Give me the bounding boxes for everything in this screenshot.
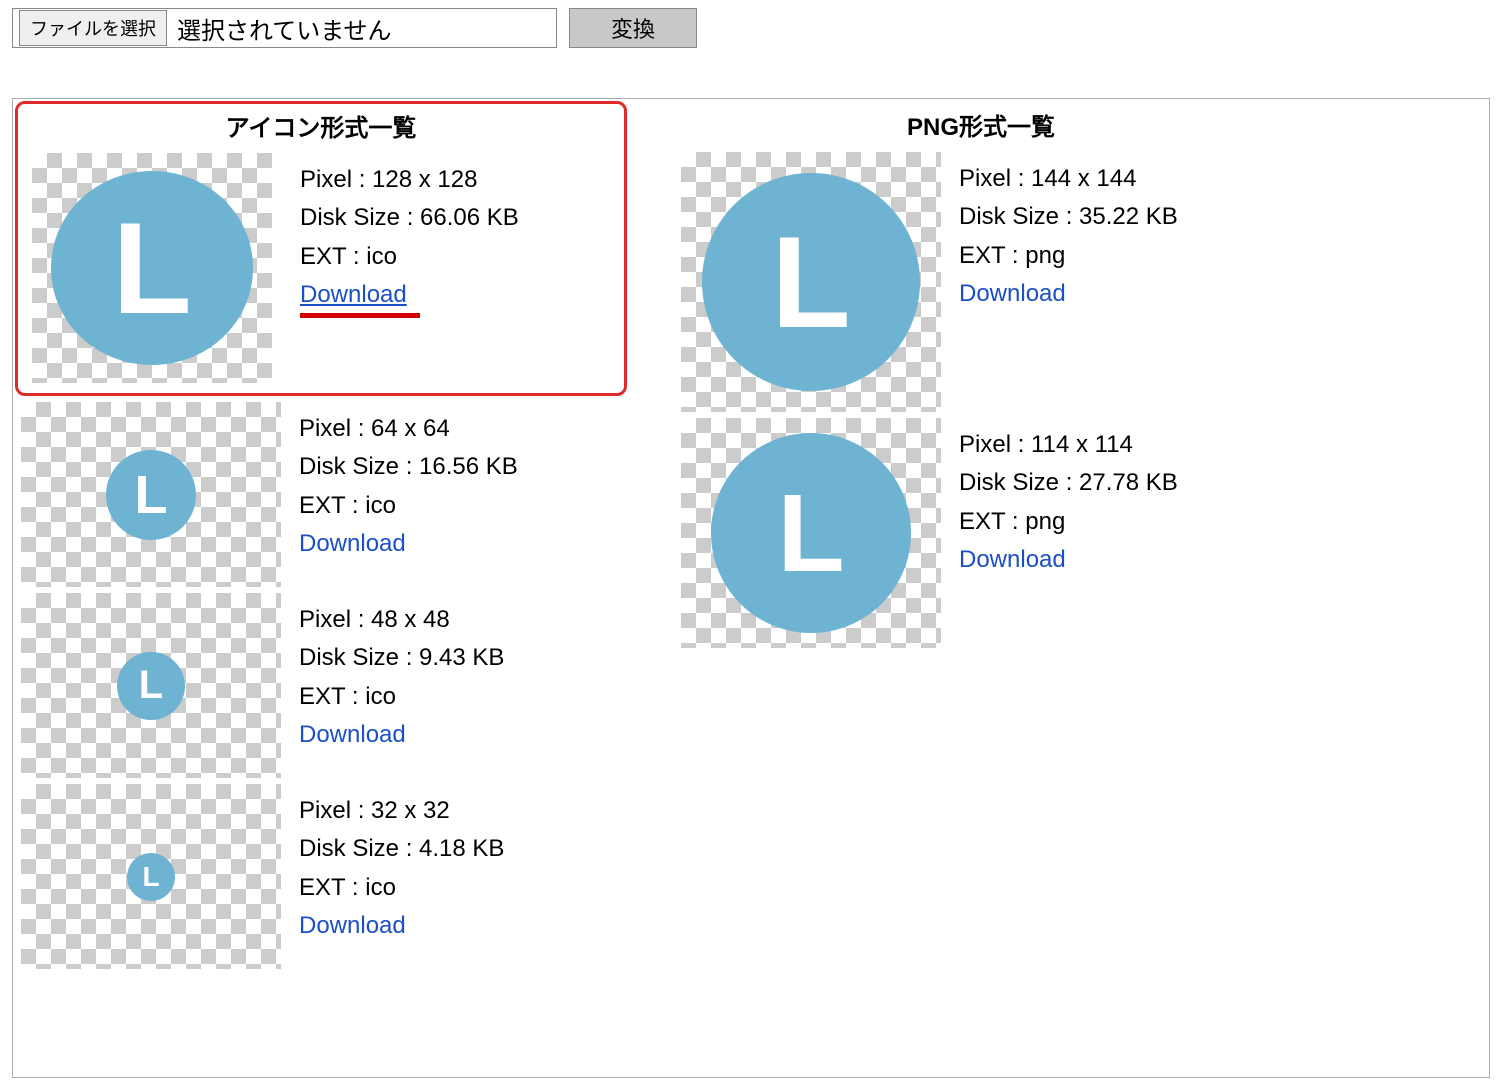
toolbar: ファイルを選択 選択されていません 変換	[12, 8, 1490, 48]
preview-icon: L	[681, 418, 941, 648]
icon-column: アイコン形式一覧 L Pixel : 128 x 128 Disk Size :…	[21, 107, 621, 1077]
icon-row-2: L Pixel : 48 x 48 Disk Size : 9.43 KB EX…	[21, 593, 621, 778]
letter-icon: L	[51, 171, 253, 364]
icon-row-0: L Pixel : 128 x 128 Disk Size : 66.06 KB…	[22, 153, 620, 383]
preview-wrap: L	[22, 153, 282, 383]
preview-wrap: L	[21, 593, 281, 778]
info-block: Pixel : 128 x 128 Disk Size : 66.06 KB E…	[300, 153, 519, 318]
pixel-line: Pixel : 144 x 144	[959, 160, 1178, 198]
letter-icon: L	[711, 433, 911, 633]
results-panel: アイコン形式一覧 L Pixel : 128 x 128 Disk Size :…	[12, 98, 1490, 1078]
file-select-button[interactable]: ファイルを選択	[19, 10, 167, 46]
png-row-0: L Pixel : 144 x 144 Disk Size : 35.22 KB…	[681, 152, 1281, 412]
ext-line: EXT : ico	[300, 238, 519, 276]
icon-column-title: アイコン形式一覧	[22, 108, 620, 143]
info-block: Pixel : 32 x 32 Disk Size : 4.18 KB EXT …	[299, 784, 504, 946]
download-link[interactable]: Download	[299, 721, 406, 748]
preview-wrap: L	[681, 418, 941, 648]
ext-line: EXT : png	[959, 237, 1178, 275]
ext-line: EXT : ico	[299, 869, 504, 907]
ext-line: EXT : ico	[299, 487, 518, 525]
convert-button[interactable]: 変換	[569, 8, 697, 48]
letter-icon: L	[127, 853, 175, 901]
info-block: Pixel : 64 x 64 Disk Size : 16.56 KB EXT…	[299, 402, 518, 564]
download-link[interactable]: Download	[959, 546, 1066, 573]
info-block: Pixel : 144 x 144 Disk Size : 35.22 KB E…	[959, 152, 1178, 314]
size-line: Disk Size : 27.78 KB	[959, 464, 1178, 502]
download-underline-icon	[300, 313, 420, 318]
download-link[interactable]: Download	[299, 912, 406, 939]
size-line: Disk Size : 66.06 KB	[300, 199, 519, 237]
ext-line: EXT : png	[959, 503, 1178, 541]
file-input-group: ファイルを選択 選択されていません	[12, 8, 557, 48]
png-row-1: L Pixel : 114 x 114 Disk Size : 27.78 KB…	[681, 418, 1281, 648]
download-link[interactable]: Download	[299, 530, 406, 557]
icon-row-1: L Pixel : 64 x 64 Disk Size : 16.56 KB E…	[21, 402, 621, 587]
info-block: Pixel : 48 x 48 Disk Size : 9.43 KB EXT …	[299, 593, 504, 755]
size-line: Disk Size : 16.56 KB	[299, 448, 518, 486]
letter-icon: L	[106, 450, 196, 540]
pixel-line: Pixel : 32 x 32	[299, 792, 504, 830]
letter-icon: L	[702, 173, 920, 391]
info-block: Pixel : 114 x 114 Disk Size : 27.78 KB E…	[959, 418, 1178, 580]
preview-wrap: L	[681, 152, 941, 412]
file-select-status: 選択されていません	[173, 11, 392, 46]
download-link[interactable]: Download	[959, 280, 1066, 307]
icon-row-3: L Pixel : 32 x 32 Disk Size : 4.18 KB EX…	[21, 784, 621, 969]
preview-icon: L	[21, 593, 281, 778]
preview-wrap: L	[21, 784, 281, 969]
pixel-line: Pixel : 48 x 48	[299, 601, 504, 639]
preview-icon: L	[21, 402, 281, 587]
size-line: Disk Size : 9.43 KB	[299, 639, 504, 677]
png-column: PNG形式一覧 L Pixel : 144 x 144 Disk Size : …	[681, 107, 1281, 1077]
pixel-line: Pixel : 114 x 114	[959, 426, 1178, 464]
preview-icon: L	[21, 784, 281, 969]
size-line: Disk Size : 35.22 KB	[959, 198, 1178, 236]
png-column-title: PNG形式一覧	[681, 107, 1281, 142]
pixel-line: Pixel : 64 x 64	[299, 410, 518, 448]
preview-icon: L	[681, 152, 941, 412]
download-link[interactable]: Download	[300, 281, 407, 308]
preview-wrap: L	[21, 402, 281, 587]
pixel-line: Pixel : 128 x 128	[300, 161, 519, 199]
preview-icon: L	[32, 153, 272, 383]
size-line: Disk Size : 4.18 KB	[299, 830, 504, 868]
highlight-box: アイコン形式一覧 L Pixel : 128 x 128 Disk Size :…	[15, 101, 627, 396]
ext-line: EXT : ico	[299, 678, 504, 716]
letter-icon: L	[117, 652, 185, 720]
